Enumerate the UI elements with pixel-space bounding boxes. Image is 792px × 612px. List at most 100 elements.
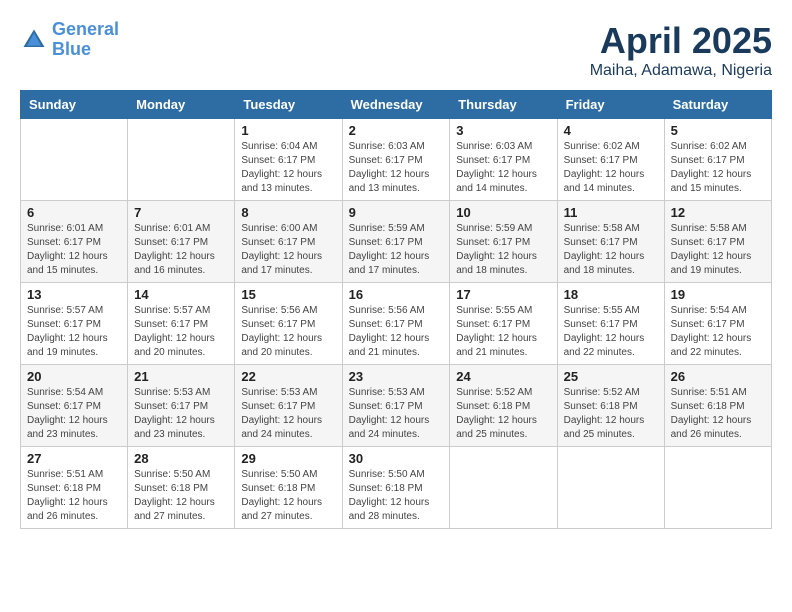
calendar-cell: 14 Sunrise: 5:57 AM Sunset: 6:17 PM Dayli…: [128, 283, 235, 365]
day-number: 29: [241, 451, 335, 466]
calendar-cell: 10 Sunrise: 5:59 AM Sunset: 6:17 PM Dayli…: [450, 201, 557, 283]
calendar-cell: 18 Sunrise: 5:55 AM Sunset: 6:17 PM Dayli…: [557, 283, 664, 365]
day-info: Sunrise: 6:03 AM Sunset: 6:17 PM Dayligh…: [349, 140, 444, 196]
day-info: Sunrise: 5:52 AM Sunset: 6:18 PM Dayligh…: [564, 386, 658, 442]
calendar-cell: [21, 119, 128, 201]
day-info: Sunrise: 5:54 AM Sunset: 6:17 PM Dayligh…: [27, 386, 121, 442]
day-number: 4: [564, 123, 658, 138]
calendar-cell: 21Sunrise: 5:53 AM Sunset: 6:17 PM Dayli…: [128, 365, 235, 447]
day-number: 14: [134, 287, 228, 302]
location: Maiha, Adamawa, Nigeria: [590, 62, 772, 80]
day-info: Sunrise: 5:51 AM Sunset: 6:18 PM Dayligh…: [27, 468, 121, 524]
calendar-cell: [128, 119, 235, 201]
calendar-cell: 6 Sunrise: 6:01 AM Sunset: 6:17 PM Daylig…: [21, 201, 128, 283]
day-info: Sunrise: 5:57 AM Sunset: 6:17 PM Dayligh…: [134, 304, 228, 360]
calendar-cell: 24Sunrise: 5:52 AM Sunset: 6:18 PM Dayli…: [450, 365, 557, 447]
day-info: Sunrise: 5:53 AM Sunset: 6:17 PM Dayligh…: [241, 386, 335, 442]
calendar: SundayMondayTuesdayWednesdayThursdayFrid…: [20, 90, 772, 529]
calendar-cell: 7 Sunrise: 6:01 AM Sunset: 6:17 PM Daylig…: [128, 201, 235, 283]
calendar-week-5: 27 Sunrise: 5:51 AM Sunset: 6:18 PM Dayli…: [21, 447, 772, 529]
day-number: 28: [134, 451, 228, 466]
day-number: 27: [27, 451, 121, 466]
page-header: General Blue April 2025 Maiha, Adamawa, …: [20, 20, 772, 80]
day-info: Sunrise: 6:04 AM Sunset: 6:17 PM Dayligh…: [241, 140, 335, 196]
logo-icon: [20, 26, 48, 54]
day-info: Sunrise: 5:57 AM Sunset: 6:17 PM Dayligh…: [27, 304, 121, 360]
title-block: April 2025 Maiha, Adamawa, Nigeria: [590, 20, 772, 80]
calendar-cell: 2 Sunrise: 6:03 AM Sunset: 6:17 PM Daylig…: [342, 119, 450, 201]
day-info: Sunrise: 5:56 AM Sunset: 6:17 PM Dayligh…: [349, 304, 444, 360]
day-number: 11: [564, 205, 658, 220]
calendar-cell: 17 Sunrise: 5:55 AM Sunset: 6:17 PM Dayli…: [450, 283, 557, 365]
day-info: Sunrise: 5:50 AM Sunset: 6:18 PM Dayligh…: [349, 468, 444, 524]
calendar-cell: 11Sunrise: 5:58 AM Sunset: 6:17 PM Dayli…: [557, 201, 664, 283]
month-title: April 2025: [590, 20, 772, 62]
day-number: 9: [349, 205, 444, 220]
calendar-cell: 5Sunrise: 6:02 AM Sunset: 6:17 PM Daylig…: [664, 119, 771, 201]
calendar-cell: 27 Sunrise: 5:51 AM Sunset: 6:18 PM Dayli…: [21, 447, 128, 529]
calendar-cell: 28 Sunrise: 5:50 AM Sunset: 6:18 PM Dayli…: [128, 447, 235, 529]
calendar-week-2: 6 Sunrise: 6:01 AM Sunset: 6:17 PM Daylig…: [21, 201, 772, 283]
calendar-cell: 15 Sunrise: 5:56 AM Sunset: 6:17 PM Dayli…: [235, 283, 342, 365]
day-info: Sunrise: 6:01 AM Sunset: 6:17 PM Dayligh…: [134, 222, 228, 278]
calendar-header-row: SundayMondayTuesdayWednesdayThursdayFrid…: [21, 91, 772, 119]
day-header-friday: Friday: [557, 91, 664, 119]
day-number: 12: [671, 205, 765, 220]
day-number: 18: [564, 287, 658, 302]
day-header-sunday: Sunday: [21, 91, 128, 119]
logo: General Blue: [20, 20, 119, 60]
calendar-cell: 29 Sunrise: 5:50 AM Sunset: 6:18 PM Dayli…: [235, 447, 342, 529]
day-info: Sunrise: 5:50 AM Sunset: 6:18 PM Dayligh…: [241, 468, 335, 524]
day-number: 15: [241, 287, 335, 302]
calendar-week-3: 13 Sunrise: 5:57 AM Sunset: 6:17 PM Dayli…: [21, 283, 772, 365]
day-info: Sunrise: 6:01 AM Sunset: 6:17 PM Dayligh…: [27, 222, 121, 278]
day-header-thursday: Thursday: [450, 91, 557, 119]
day-info: Sunrise: 5:51 AM Sunset: 6:18 PM Dayligh…: [671, 386, 765, 442]
day-info: Sunrise: 5:56 AM Sunset: 6:17 PM Dayligh…: [241, 304, 335, 360]
day-info: Sunrise: 5:52 AM Sunset: 6:18 PM Dayligh…: [456, 386, 550, 442]
day-info: Sunrise: 6:02 AM Sunset: 6:17 PM Dayligh…: [671, 140, 765, 196]
day-header-wednesday: Wednesday: [342, 91, 450, 119]
calendar-cell: 23Sunrise: 5:53 AM Sunset: 6:17 PM Dayli…: [342, 365, 450, 447]
calendar-cell: 3Sunrise: 6:03 AM Sunset: 6:17 PM Daylig…: [450, 119, 557, 201]
day-number: 30: [349, 451, 444, 466]
calendar-cell: 12Sunrise: 5:58 AM Sunset: 6:17 PM Dayli…: [664, 201, 771, 283]
day-header-tuesday: Tuesday: [235, 91, 342, 119]
calendar-cell: [664, 447, 771, 529]
calendar-cell: 30 Sunrise: 5:50 AM Sunset: 6:18 PM Dayli…: [342, 447, 450, 529]
day-number: 17: [456, 287, 550, 302]
calendar-cell: 9Sunrise: 5:59 AM Sunset: 6:17 PM Daylig…: [342, 201, 450, 283]
day-number: 25: [564, 369, 658, 384]
calendar-cell: 22Sunrise: 5:53 AM Sunset: 6:17 PM Dayli…: [235, 365, 342, 447]
calendar-cell: 25 Sunrise: 5:52 AM Sunset: 6:18 PM Dayli…: [557, 365, 664, 447]
day-number: 13: [27, 287, 121, 302]
calendar-cell: 4 Sunrise: 6:02 AM Sunset: 6:17 PM Daylig…: [557, 119, 664, 201]
day-number: 19: [671, 287, 765, 302]
day-info: Sunrise: 6:02 AM Sunset: 6:17 PM Dayligh…: [564, 140, 658, 196]
day-number: 7: [134, 205, 228, 220]
day-info: Sunrise: 6:03 AM Sunset: 6:17 PM Dayligh…: [456, 140, 550, 196]
calendar-cell: 13 Sunrise: 5:57 AM Sunset: 6:17 PM Dayli…: [21, 283, 128, 365]
calendar-cell: 20Sunrise: 5:54 AM Sunset: 6:17 PM Dayli…: [21, 365, 128, 447]
day-info: Sunrise: 5:50 AM Sunset: 6:18 PM Dayligh…: [134, 468, 228, 524]
calendar-cell: [557, 447, 664, 529]
calendar-week-1: 1 Sunrise: 6:04 AM Sunset: 6:17 PM Daylig…: [21, 119, 772, 201]
calendar-cell: 1 Sunrise: 6:04 AM Sunset: 6:17 PM Daylig…: [235, 119, 342, 201]
logo-text: General Blue: [52, 20, 119, 60]
day-number: 6: [27, 205, 121, 220]
day-number: 26: [671, 369, 765, 384]
calendar-cell: 26 Sunrise: 5:51 AM Sunset: 6:18 PM Dayli…: [664, 365, 771, 447]
day-number: 1: [241, 123, 335, 138]
day-number: 23: [349, 369, 444, 384]
day-header-monday: Monday: [128, 91, 235, 119]
calendar-cell: [450, 447, 557, 529]
day-info: Sunrise: 5:59 AM Sunset: 6:17 PM Dayligh…: [456, 222, 550, 278]
day-info: Sunrise: 5:54 AM Sunset: 6:17 PM Dayligh…: [671, 304, 765, 360]
day-header-saturday: Saturday: [664, 91, 771, 119]
calendar-week-4: 20Sunrise: 5:54 AM Sunset: 6:17 PM Dayli…: [21, 365, 772, 447]
day-info: Sunrise: 5:55 AM Sunset: 6:17 PM Dayligh…: [456, 304, 550, 360]
day-number: 2: [349, 123, 444, 138]
day-info: Sunrise: 5:55 AM Sunset: 6:17 PM Dayligh…: [564, 304, 658, 360]
day-number: 10: [456, 205, 550, 220]
day-info: Sunrise: 5:53 AM Sunset: 6:17 PM Dayligh…: [134, 386, 228, 442]
